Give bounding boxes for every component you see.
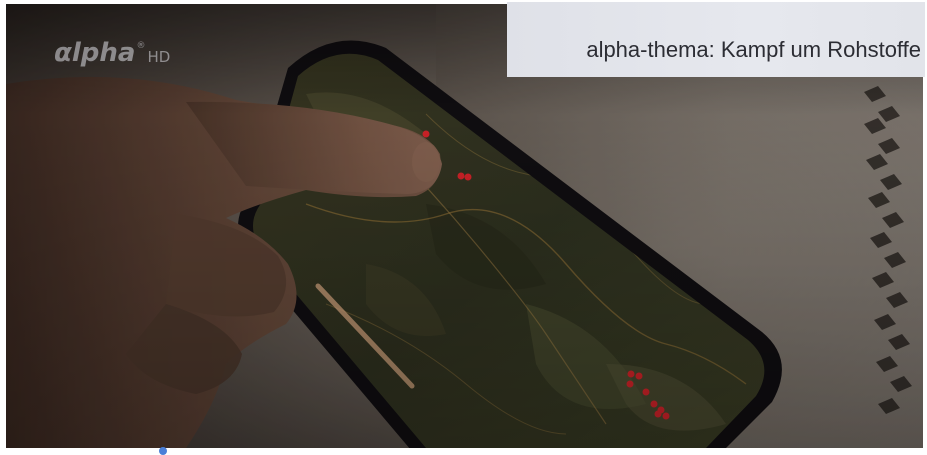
player-bottom-strip <box>0 448 927 452</box>
channel-logo-hd: HD <box>147 48 171 66</box>
program-title: alpha-thema: Kampf um Rohstoffe <box>586 36 921 62</box>
channel-logo-word: αlpha <box>54 38 136 68</box>
channel-logo: αlpha ® HD <box>54 40 170 66</box>
registered-mark: ® <box>136 41 146 51</box>
playback-position-indicator[interactable] <box>159 447 167 455</box>
title-banner: alpha-thema: Kampf um Rohstoffe <box>507 2 925 77</box>
